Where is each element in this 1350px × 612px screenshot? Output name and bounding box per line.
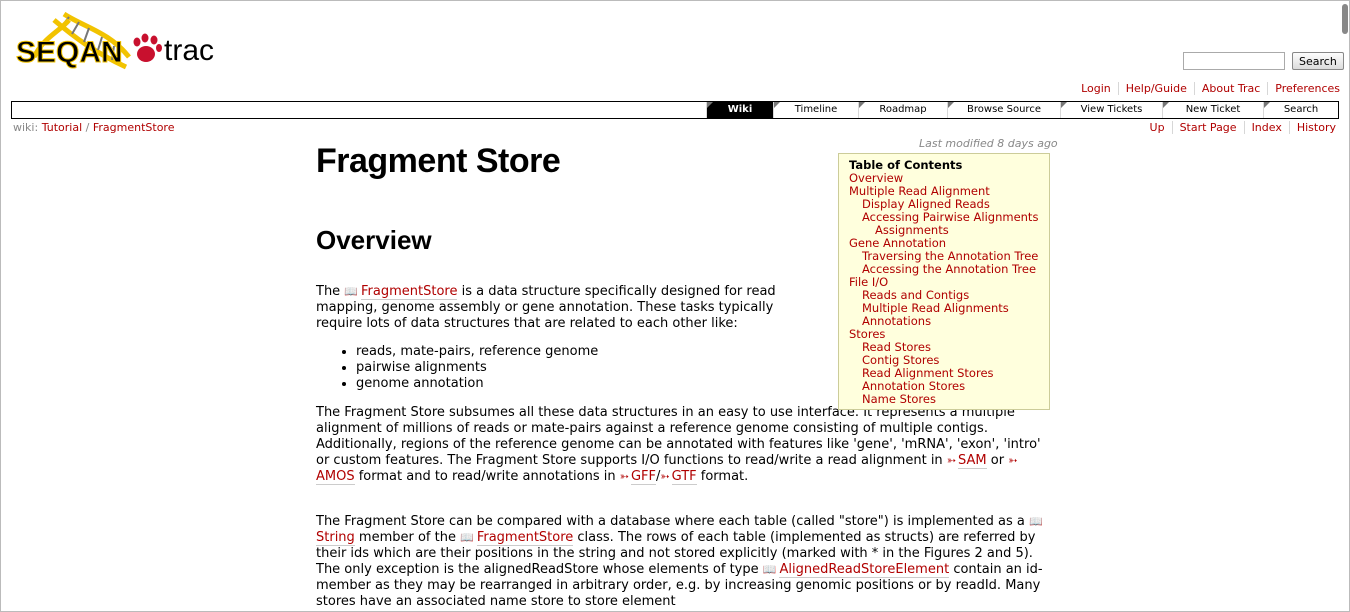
feature-list: reads, mate-pairs, reference genome pair… — [316, 344, 598, 392]
breadcrumb: wiki: Tutorial / FragmentStore — [13, 121, 174, 134]
login-link[interactable]: Login — [1074, 82, 1118, 95]
breadcrumb-prefix: wiki: — [13, 121, 39, 134]
paragraph-subsumes: The Fragment Store subsumes all these da… — [316, 405, 1052, 485]
search-input[interactable] — [1183, 52, 1285, 70]
text: The Fragment Store subsumes all these da… — [316, 405, 1041, 468]
section-heading-overview: Overview — [316, 225, 432, 255]
text: format. — [696, 469, 749, 484]
wikipage-icon: 📖 — [460, 531, 474, 544]
amos-link[interactable]: AMOS — [316, 469, 355, 485]
breadcrumb-separator: / — [85, 121, 90, 134]
breadcrumb-fragmentstore[interactable]: FragmentStore — [93, 121, 175, 134]
history-link[interactable]: History — [1288, 121, 1336, 134]
text: The Fragment Store can be compared with … — [316, 514, 1029, 529]
table-of-contents: Table of Contents Overview Multiple Read… — [838, 153, 1050, 410]
up-link[interactable]: Up — [1143, 121, 1172, 134]
wikipage-icon: 📖 — [1028, 515, 1043, 528]
external-link-icon: ➳ — [619, 470, 629, 483]
text: The — [316, 284, 345, 299]
gtf-link[interactable]: GTF — [671, 469, 697, 485]
vertical-scrollbar[interactable] — [1342, 4, 1348, 34]
list-item: reads, mate-pairs, reference genome — [356, 344, 598, 360]
text: member of the — [354, 530, 461, 545]
page-title: Fragment Store — [316, 142, 561, 180]
meta-navigation: Login Help/Guide About Trac Preferences — [1074, 82, 1340, 95]
text: format and to read/write annotations in — [354, 469, 620, 484]
search-button[interactable]: Search — [1292, 52, 1344, 70]
gff-link[interactable]: GFF — [630, 469, 656, 485]
wikipage-icon: 📖 — [762, 563, 777, 576]
toc-item-name-stores[interactable]: Name Stores — [849, 393, 1039, 406]
last-modified: Last modified 8 days ago — [919, 137, 1058, 150]
external-link-icon: ➳ — [946, 454, 957, 467]
index-link[interactable]: Index — [1243, 121, 1289, 134]
nav-tab-view-tickets[interactable]: View Tickets — [1060, 102, 1162, 118]
external-link-icon: ➳ — [1008, 454, 1018, 467]
preferences-link[interactable]: Preferences — [1267, 82, 1340, 95]
text: or — [986, 453, 1009, 468]
logo-text-seqan: SEQAN — [16, 36, 123, 69]
help-guide-link[interactable]: Help/Guide — [1117, 82, 1194, 95]
start-page-link[interactable]: Start Page — [1171, 121, 1244, 134]
nav-tab-browse-source[interactable]: Browse Source — [947, 102, 1060, 118]
wikipage-icon: 📖 — [344, 285, 359, 298]
fragmentstore-class-link[interactable]: FragmentStore — [476, 530, 574, 546]
logo-text-trac: trac — [164, 34, 214, 67]
nav-tab-wiki[interactable]: Wiki — [706, 102, 773, 118]
list-item: genome annotation — [356, 376, 598, 392]
paragraph-intro: The 📖 FragmentStore is a data structure s… — [316, 284, 816, 332]
external-link-icon: ➳ — [660, 470, 670, 483]
fragmentstore-link[interactable]: FragmentStore — [361, 284, 458, 300]
main-navigation: Wiki Timeline Roadmap Browse Source View… — [11, 101, 1339, 119]
sam-link[interactable]: SAM — [958, 453, 987, 469]
alignedreadstoreelement-link[interactable]: AlignedReadStoreElement — [779, 562, 950, 578]
about-trac-link[interactable]: About Trac — [1193, 82, 1267, 95]
list-item: pairwise alignments — [356, 360, 598, 376]
paragraph-database: The Fragment Store can be compared with … — [316, 514, 1052, 610]
nav-tab-search[interactable]: Search — [1263, 102, 1338, 118]
string-link[interactable]: String — [316, 530, 355, 546]
paw-icon — [133, 33, 162, 62]
nav-tab-new-ticket[interactable]: New Ticket — [1162, 102, 1263, 118]
context-navigation: Up Start Page Index History — [1143, 121, 1336, 134]
nav-tab-roadmap[interactable]: Roadmap — [858, 102, 947, 118]
seqan-trac-logo[interactable]: SEQAN trac — [14, 12, 234, 82]
nav-tab-timeline[interactable]: Timeline — [773, 102, 858, 118]
breadcrumb-tutorial[interactable]: Tutorial — [42, 121, 82, 134]
